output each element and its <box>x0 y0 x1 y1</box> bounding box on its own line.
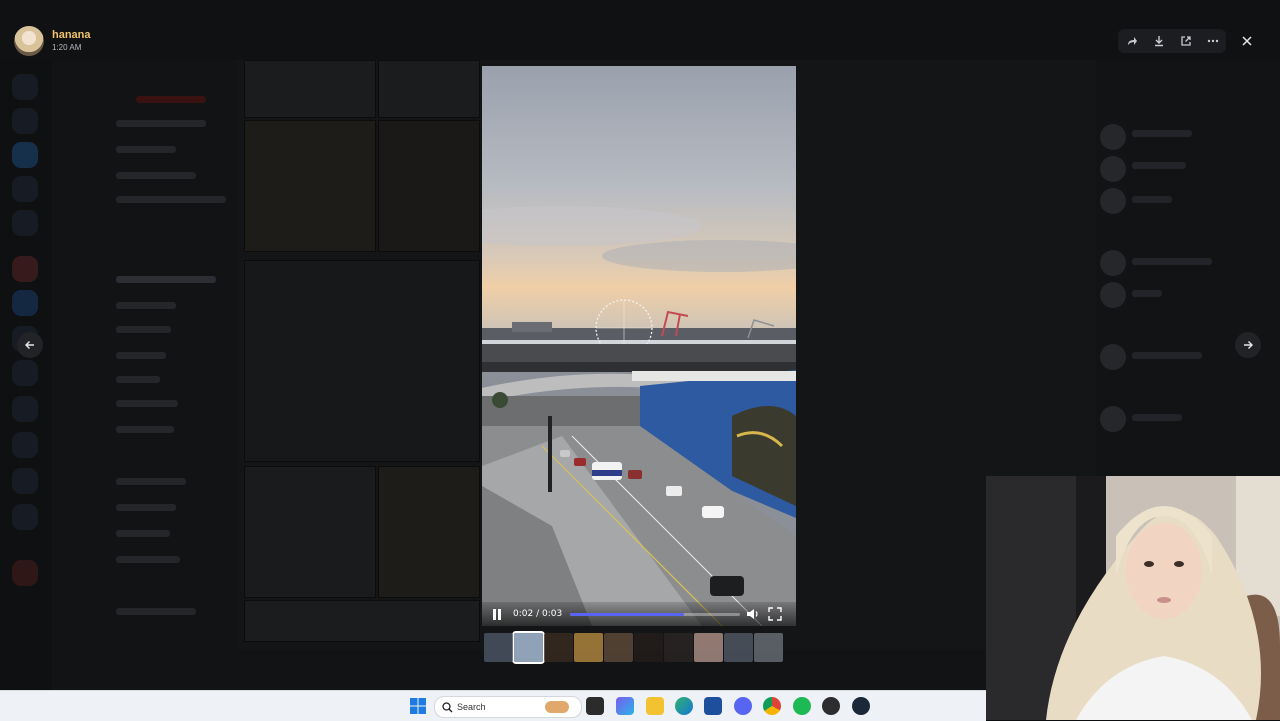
app-icon[interactable] <box>822 697 840 715</box>
server-list <box>0 60 52 690</box>
fullscreen-button[interactable] <box>768 607 782 621</box>
video-frame <box>482 66 796 626</box>
next-media-button[interactable] <box>1235 332 1261 358</box>
external-link-icon <box>1180 36 1191 46</box>
video-time: 0:02 / 0:03 <box>513 609 563 619</box>
start-button[interactable] <box>409 697 427 715</box>
search-placeholder: Search <box>457 702 486 712</box>
video-player[interactable] <box>482 66 796 626</box>
media-thumbnail[interactable] <box>512 631 545 664</box>
pause-icon <box>493 608 501 620</box>
windows-logo-icon <box>410 698 426 714</box>
media-thumbnail[interactable] <box>544 633 573 662</box>
media-thumbnail[interactable] <box>574 633 603 662</box>
thumbnail-strip <box>484 631 783 664</box>
seek-bar[interactable] <box>570 612 741 616</box>
more-icon <box>1207 39 1218 43</box>
media-thumbnail[interactable] <box>694 633 723 662</box>
media-thumbnail[interactable] <box>724 633 753 662</box>
taskbar-search[interactable]: Search <box>434 696 582 718</box>
fullscreen-icon <box>768 607 782 621</box>
more-options-button[interactable] <box>1203 31 1223 51</box>
media-thumbnail[interactable] <box>664 633 693 662</box>
pause-button[interactable] <box>488 605 506 623</box>
video-controls: 0:02 / 0:03 <box>482 602 796 626</box>
media-thumbnail[interactable] <box>634 633 663 662</box>
file-explorer-icon[interactable] <box>646 697 664 715</box>
chrome-icon[interactable] <box>763 697 781 715</box>
webcam-overlay <box>986 476 1280 720</box>
windows-taskbar: Search <box>0 690 986 721</box>
previous-media-button[interactable] <box>17 332 43 358</box>
uploader-info: hanana 1:20 AM <box>14 26 91 56</box>
uploader-name[interactable]: hanana <box>52 29 91 42</box>
media-toolbar <box>1118 29 1226 53</box>
close-icon <box>1242 36 1252 46</box>
edge-browser-icon[interactable] <box>675 697 693 715</box>
spotify-icon[interactable] <box>793 697 811 715</box>
steam-icon[interactable] <box>852 697 870 715</box>
microsoft-store-icon[interactable] <box>704 697 722 715</box>
webcam-frame <box>986 476 1280 720</box>
download-button[interactable] <box>1149 31 1169 51</box>
search-highlight-icon <box>545 701 569 713</box>
volume-button[interactable] <box>746 607 760 621</box>
copilot-icon[interactable] <box>616 697 634 715</box>
arrow-left-icon <box>25 341 34 349</box>
avatar <box>14 26 44 56</box>
forward-button[interactable] <box>1122 31 1142 51</box>
upload-time: 1:20 AM <box>52 43 82 52</box>
discord-title-bar <box>0 0 1280 60</box>
open-in-browser-button[interactable] <box>1176 31 1196 51</box>
close-viewer-button[interactable] <box>1237 31 1257 51</box>
search-icon <box>442 701 453 712</box>
media-thumbnail[interactable] <box>604 633 633 662</box>
forward-icon <box>1127 37 1137 45</box>
media-thumbnail[interactable] <box>754 633 783 662</box>
seek-progress <box>570 612 685 616</box>
download-icon <box>1154 36 1163 47</box>
arrow-right-icon <box>1244 341 1253 349</box>
media-thumbnail[interactable] <box>484 633 513 662</box>
discord-icon[interactable] <box>734 697 752 715</box>
volume-icon <box>747 609 758 619</box>
task-view-icon[interactable] <box>586 697 604 715</box>
channel-list <box>52 60 238 690</box>
